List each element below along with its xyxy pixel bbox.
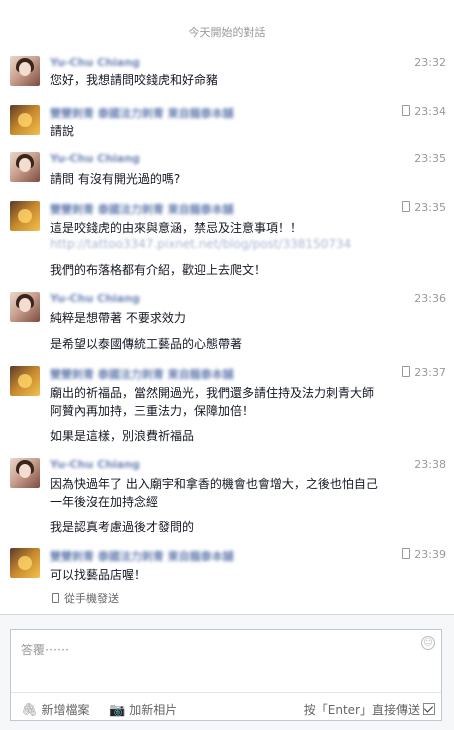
timestamp: 23:37 [402, 366, 446, 379]
message-text: 是希望以泰國傳統工藝品的心態帶著 [50, 337, 243, 351]
message-text: 因為快過年了 出入廟宇和拿香的機會也會增大，之後也怕自己 [50, 477, 378, 491]
timestamp-text: 23:37 [414, 366, 446, 379]
timestamp-text: 23:35 [414, 201, 446, 214]
sender-name[interactable]: Yu-Chu Chiang [50, 56, 140, 69]
add-file-label: 新增檔案 [41, 703, 90, 717]
timestamp: 23:35 [402, 201, 446, 214]
sender-name[interactable]: 雙雙刺青 泰國法力刺青 東自龍泰本舖 [50, 105, 234, 121]
paperclip-icon: 🖇 [21, 703, 38, 718]
sender-name[interactable]: 雙雙刺青 泰國法力刺青 東自龍泰本舖 [50, 548, 234, 564]
message-text: 可以找藝品店喔！ [50, 568, 147, 582]
enter-to-send-toggle[interactable]: 按「Enter」直接傳送 [304, 701, 435, 718]
timestamp-text: 23:34 [414, 105, 446, 118]
avatar[interactable] [10, 201, 40, 231]
message-text: 一年後沒在加持念經 [50, 495, 159, 509]
checkbox-icon[interactable] [423, 703, 435, 715]
add-photo-label: 加新相片 [129, 703, 178, 717]
sender-name[interactable]: Yu-Chu Chiang [50, 152, 140, 165]
enter-send-label: 按「Enter」直接傳送 [303, 703, 420, 717]
message-text: 我是認真考慮過後才發問的 [50, 520, 195, 534]
message-text: 您好，我想請問咬錢虎和好命豬 [50, 73, 219, 87]
phone-icon [52, 593, 59, 603]
sender-name[interactable]: 雙雙刺青 泰國法力刺青 東自龍泰本舖 [50, 201, 234, 217]
reply-composer: ☺ 🖇新增檔案 📷加新相片 按「Enter」直接傳送 [0, 614, 454, 730]
emoji-icon[interactable]: ☺ [421, 636, 435, 650]
mobile-icon [402, 366, 411, 377]
day-header: 今天開始的對話 [188, 26, 266, 39]
message-text: 阿贊內再加持，三重法力，保障加倍！ [50, 404, 255, 418]
camera-icon: 📷 [109, 703, 126, 718]
timestamp: 23:34 [402, 105, 446, 118]
composer-toolbar: 🖇 新增檔案 📷 加新相片 按「Enter」直接傳送 [11, 692, 441, 721]
sender-name[interactable]: Yu-Chu Chiang [50, 292, 140, 305]
avatar[interactable] [10, 548, 40, 578]
mobile-icon [402, 201, 411, 212]
add-photo-button[interactable]: 📷 加新相片 [109, 701, 177, 718]
message-text: 如果是這樣，別浪費祈福品 [50, 429, 195, 443]
timestamp: 23:32 [414, 56, 446, 69]
avatar[interactable] [10, 56, 40, 86]
message-text: 我們的布落格都有介紹，歡迎上去爬文！ [50, 263, 267, 277]
sent-from-mobile-note: 從手機發送 [52, 590, 119, 606]
avatar[interactable] [10, 458, 40, 488]
message-text: 請說 [50, 124, 75, 138]
avatar[interactable] [10, 366, 40, 396]
reply-box: ☺ 🖇新增檔案 📷加新相片 按「Enter」直接傳送 [10, 629, 442, 721]
sender-name[interactable]: 雙雙刺青 泰國法力刺青 東自龍泰本舖 [50, 366, 234, 382]
timestamp: 23:38 [414, 458, 446, 471]
reply-input[interactable] [19, 638, 403, 662]
message-thread: 今天開始的對話 Yu-Chu Chiang 23:32 您好，我想請問咬錢虎和好… [0, 0, 454, 614]
avatar[interactable] [10, 292, 40, 322]
timestamp-text: 23:39 [414, 548, 446, 561]
message-text: 廟出的祈福品，當然開過光，我們還多請住持及法力刺青大師 [50, 386, 375, 400]
mobile-icon [402, 105, 411, 116]
avatar[interactable] [10, 105, 40, 135]
avatar[interactable] [10, 152, 40, 182]
message-text: 請問 有沒有開光過的嗎? [50, 172, 181, 186]
timestamp: 23:35 [414, 152, 446, 165]
sent-via-text: 從手機發送 [64, 592, 119, 605]
timestamp: 23:39 [402, 548, 446, 561]
timestamp: 23:36 [414, 292, 446, 305]
message-text: 這是咬錢虎的由來與意涵，禁忌及注意事項！！ [50, 221, 303, 235]
message-text: 純粹是想帶著 不要求效力 [50, 311, 186, 325]
add-file-button[interactable]: 🖇 新增檔案 [21, 701, 90, 718]
mobile-icon [402, 548, 411, 559]
sender-name[interactable]: Yu-Chu Chiang [50, 458, 140, 471]
message-link[interactable]: http://tattoo3347.pixnet.net/blog/post/3… [50, 236, 351, 252]
